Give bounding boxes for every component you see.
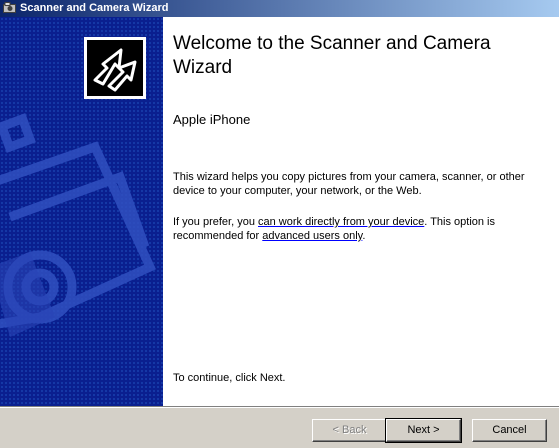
option-text-suffix: . (362, 230, 366, 242)
wizard-arrow-logo-icon (93, 48, 137, 92)
page-title: Welcome to the Scanner and Camera Wizard (173, 33, 491, 78)
side-panel (0, 17, 163, 406)
button-separator (0, 406, 559, 408)
title-bar[interactable]: Scanner and Camera Wizard (0, 0, 559, 17)
advanced-users-link[interactable]: advanced users only (262, 230, 362, 242)
continue-instructions: To continue, click Next. (173, 372, 286, 384)
wizard-logo (84, 37, 146, 99)
next-button[interactable]: Next > (385, 418, 462, 443)
work-directly-link[interactable]: can work directly from your device (258, 216, 424, 228)
intro-text: This wizard helps you copy pictures from… (173, 171, 525, 197)
cancel-button[interactable]: Cancel (472, 419, 547, 442)
option-text-prefix: If you prefer, you (173, 216, 258, 228)
option-text: If you prefer, you can work directly fro… (173, 215, 543, 243)
wizard-window: Scanner and Camera Wizard Welcome to the… (0, 0, 559, 448)
wizard-content: Welcome to the Scanner and Camera Wizard… (163, 17, 559, 406)
back-button[interactable]: < Back (312, 419, 387, 442)
scanner-camera-icon (3, 2, 16, 13)
window-title: Scanner and Camera Wizard (20, 2, 169, 14)
device-name: Apple iPhone (173, 112, 251, 127)
